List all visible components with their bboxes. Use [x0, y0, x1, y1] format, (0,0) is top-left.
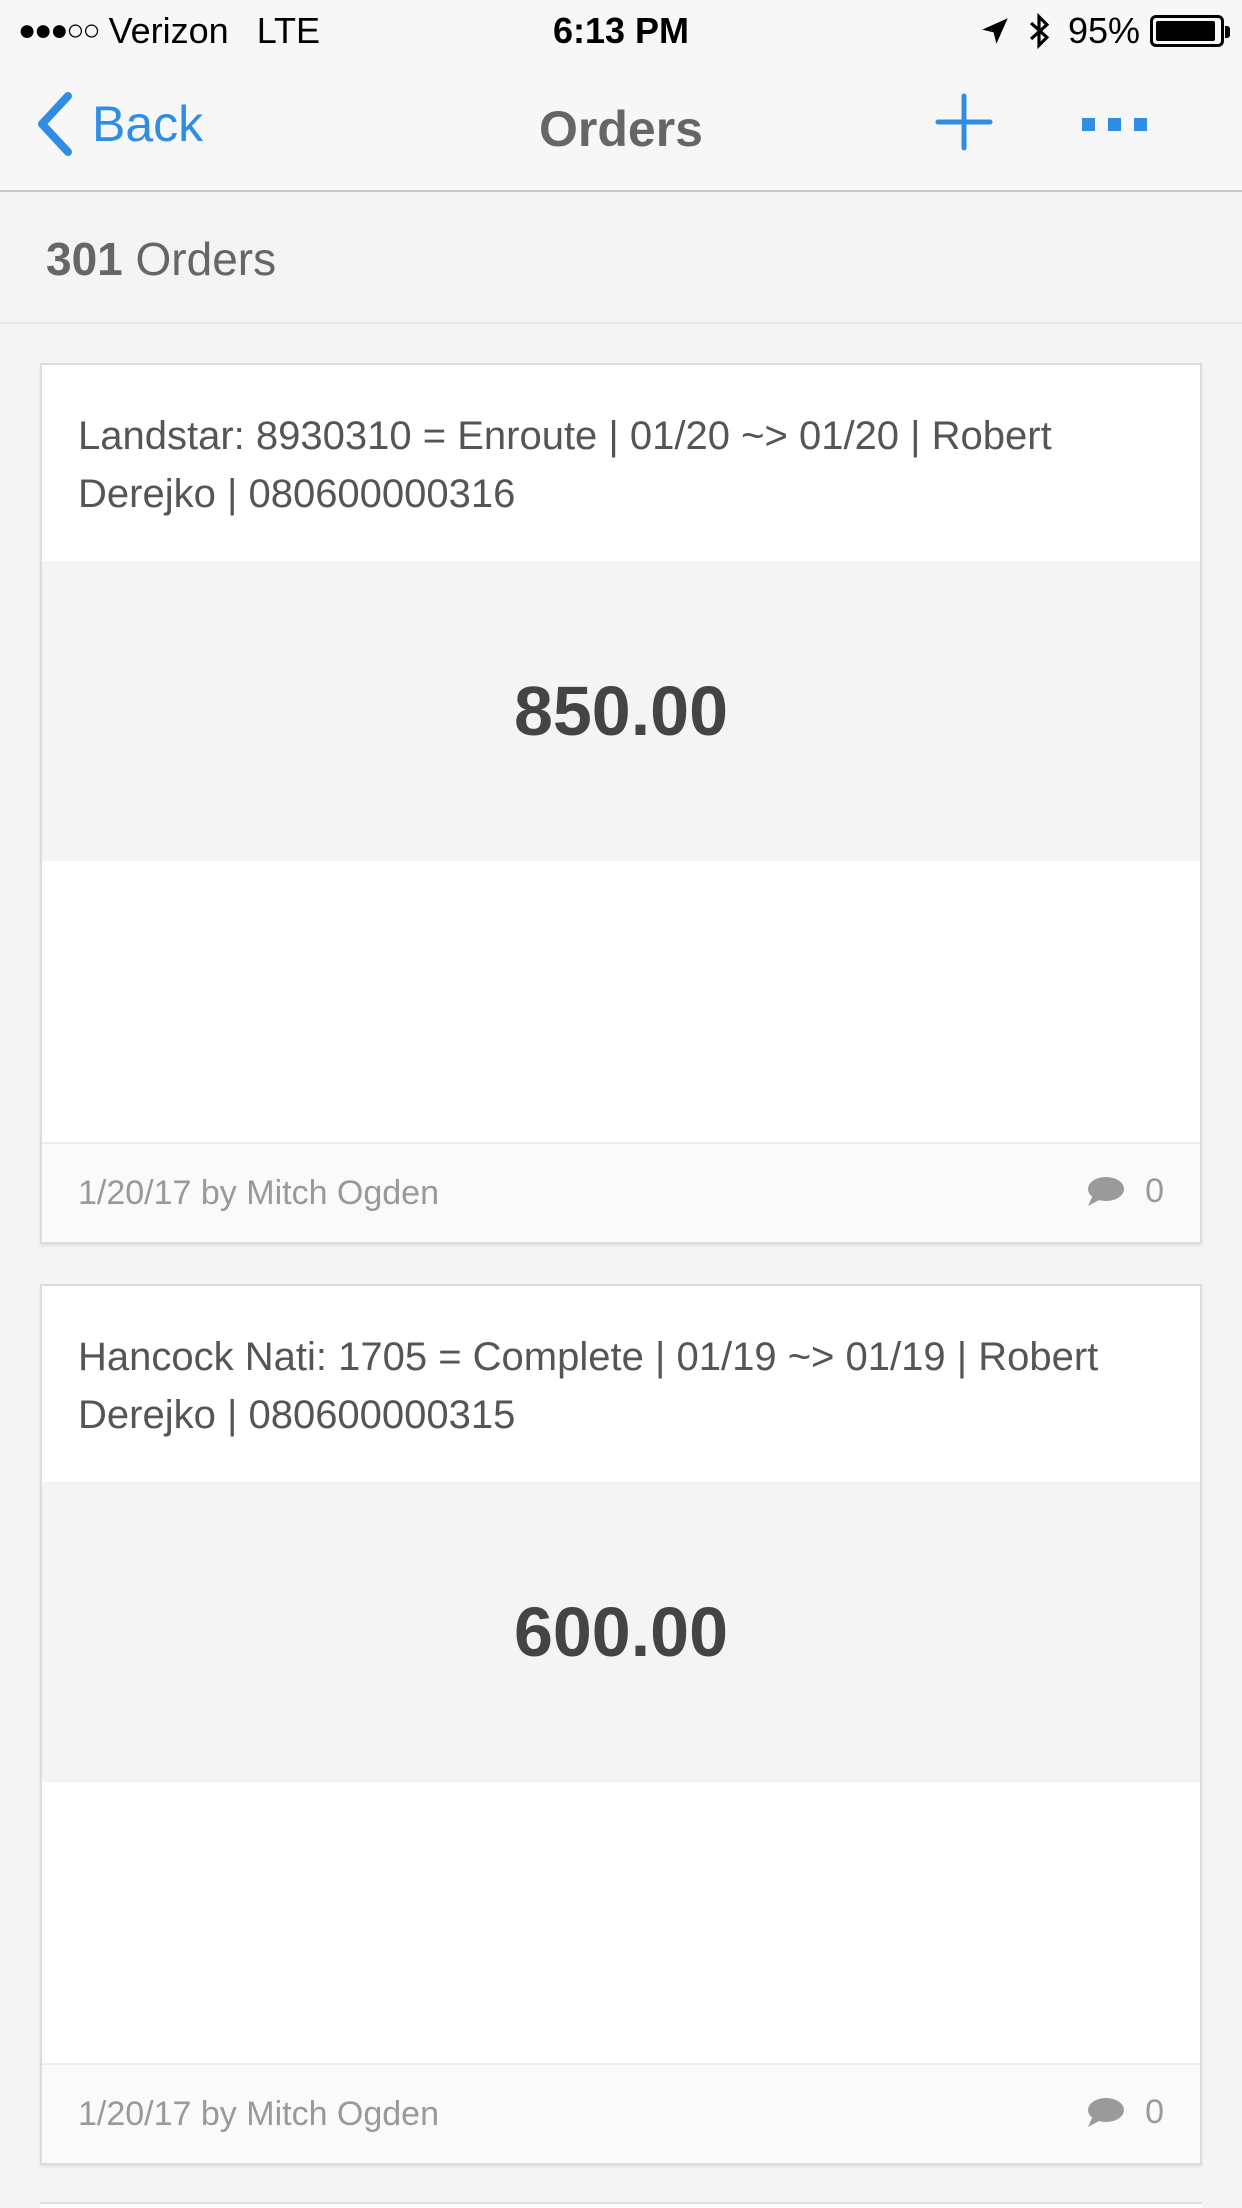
order-title: Landstar: 8930310 = Enroute | 01/20 ~> 0…: [78, 414, 1052, 516]
battery-fill: [1156, 21, 1215, 41]
comment-count: 0: [1145, 1172, 1164, 1210]
order-amount-band: 600.00: [42, 1482, 1200, 1782]
navigation-bar: Back Orders: [0, 62, 1242, 192]
bluetooth-icon: [1029, 12, 1050, 50]
order-card[interactable]: Hancock Nati: 1705 = Complete | 01/19 ~>…: [40, 1284, 1202, 2165]
order-meta: 1/20/17 by Mitch Ogden: [78, 2095, 440, 2133]
status-right: 95%: [978, 10, 1230, 52]
comment-bubble-icon: [1088, 2097, 1125, 2127]
next-order-card-edge: [40, 2202, 1202, 2208]
order-amount: 850.00: [513, 672, 729, 750]
comment-bubble-icon: [1088, 1176, 1125, 1206]
page-title: Orders: [539, 101, 703, 157]
order-card[interactable]: Landstar: 8930310 = Enroute | 01/20 ~> 0…: [40, 363, 1202, 1244]
order-title: Hancock Nati: 1705 = Complete | 01/19 ~>…: [78, 1335, 1099, 1437]
battery-percent: 95%: [1067, 10, 1140, 51]
comments-button[interactable]: 0: [1085, 1172, 1164, 1211]
orders-count-number: 301: [46, 233, 123, 285]
orders-count-label: Orders: [135, 233, 277, 285]
order-footer: 1/20/17 by Mitch Ogden 0: [42, 1142, 1200, 1242]
status-bar: ●●●○○ Verizon LTE 6:13 PM 95%: [0, 0, 1242, 62]
comments-button[interactable]: 0: [1085, 2093, 1164, 2132]
location-arrow-icon: [982, 18, 1008, 44]
orders-count: 301 Orders: [46, 232, 276, 286]
more-options-button[interactable]: [1080, 114, 1150, 134]
comment-count: 0: [1145, 2093, 1164, 2131]
order-meta: 1/20/17 by Mitch Ogden: [78, 1174, 440, 1212]
battery-icon: [1150, 15, 1230, 47]
order-amount-band: 850.00: [42, 561, 1200, 861]
order-footer: 1/20/17 by Mitch Ogden 0: [42, 2063, 1200, 2163]
orders-count-row: 301 Orders: [0, 194, 1242, 324]
order-amount: 600.00: [513, 1593, 729, 1671]
add-order-button[interactable]: [934, 92, 994, 152]
